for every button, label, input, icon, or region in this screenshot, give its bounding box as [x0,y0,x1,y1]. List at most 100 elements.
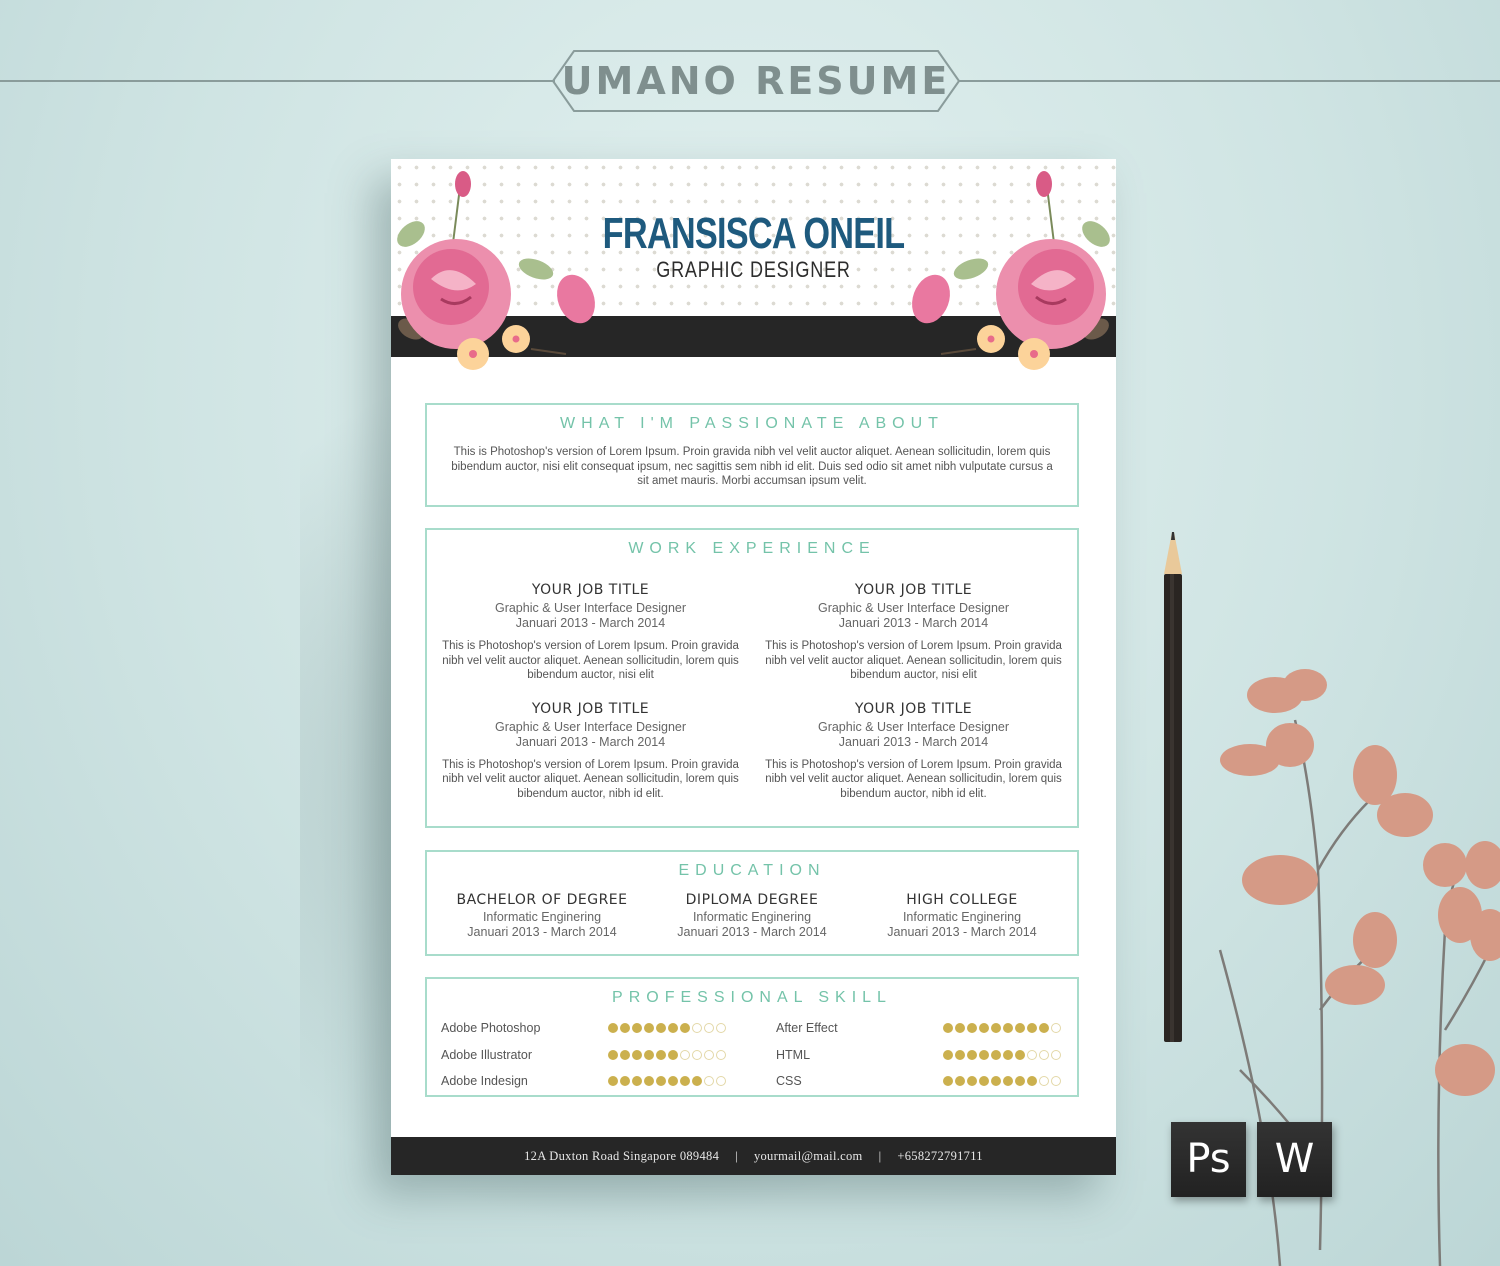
job-list: YOUR JOB TITLE Graphic & User Interface … [427,558,1077,801]
rating-dot-filled [955,1049,965,1060]
education-section: EDUCATION BACHELOR OF DEGREE Informatic … [425,850,1079,956]
rating-dot-filled [967,1023,977,1034]
skill-rating [608,1076,726,1087]
job-position: Graphic & User Interface Designer [817,601,1010,615]
candidate-name: FRANSISCA ONEIL [602,209,905,258]
rating-dot-filled [644,1049,654,1060]
rating-dot-empty [1051,1049,1061,1060]
rating-dot-filled [1003,1023,1013,1034]
rating-dot-filled [943,1049,953,1060]
rating-dot-filled [943,1023,953,1034]
skill-name: Adobe Illustrator [441,1047,533,1062]
rating-dot-filled [656,1076,666,1087]
degree-dates: Januari 2013 - March 2014 [887,925,1037,939]
rating-dot-filled [943,1076,953,1087]
rating-dot-empty [1051,1023,1061,1034]
job-item: YOUR JOB TITLE Graphic & User Interface … [762,582,1065,683]
word-icon: W [1257,1122,1332,1197]
skill-rating [608,1049,726,1060]
rating-dot-filled [632,1023,642,1034]
skill-row: CSS [776,1068,1061,1095]
job-description: This is Photoshop's version of Lorem Ips… [442,758,739,800]
footer-separator: | [735,1149,738,1163]
rating-dot-filled [979,1049,989,1060]
rating-dot-filled [1015,1023,1025,1034]
passion-text: This is Photoshop's version of Lorem Ips… [451,446,1053,487]
rating-dot-filled [692,1076,702,1087]
job-position: Graphic & User Interface Designer [494,601,687,615]
job-description: This is Photoshop's version of Lorem Ips… [442,640,739,681]
education-item: DIPLOMA DEGREE Informatic Enginering Jan… [647,892,857,940]
rating-dot-filled [967,1049,977,1060]
job-position: Graphic & User Interface Designer [494,719,687,734]
rating-dot-filled [608,1023,618,1034]
skills-section: PROFESSIONAL SKILL Adobe Photoshop After … [425,977,1079,1097]
rating-dot-empty [704,1049,714,1060]
skill-row: Adobe Photoshop [441,1015,726,1042]
pencil-icon [1164,532,1182,1042]
footer-separator: | [878,1149,882,1163]
rating-dot-filled [632,1076,642,1087]
rating-dot-empty [704,1023,714,1034]
rating-dot-empty [692,1023,702,1034]
title-banner: UMANO RESUME [552,50,960,112]
job-title: YOUR JOB TITLE [854,700,973,717]
rating-dot-filled [1027,1023,1037,1034]
skill-name: Adobe Indesign [441,1074,528,1089]
degree-dates: Januari 2013 - March 2014 [467,925,617,939]
footer-address: 12A Duxton Road Singapore 089484 [524,1149,720,1163]
photoshop-icon: Ps [1171,1122,1246,1197]
rating-dot-filled [608,1076,618,1087]
rating-dot-filled [668,1049,678,1060]
skill-row: HTML [776,1042,1061,1069]
banner-title: UMANO RESUME [561,59,951,103]
rating-dot-empty [1027,1049,1037,1060]
job-dates: Januari 2013 - March 2014 [515,734,666,749]
skill-rating [943,1049,1061,1060]
rating-dot-filled [979,1023,989,1034]
job-position: Graphic & User Interface Designer [817,719,1010,734]
rating-dot-empty [716,1023,726,1034]
degree-field: Informatic Enginering [902,910,1022,924]
rating-dot-filled [620,1049,630,1060]
job-title: YOUR JOB TITLE [854,582,973,598]
degree-title: DIPLOMA DEGREE [685,892,819,908]
rating-dot-empty [704,1076,714,1087]
skill-row: After Effect [776,1015,1061,1042]
skill-name: CSS [776,1074,802,1089]
rating-dot-filled [955,1023,965,1034]
job-item: YOUR JOB TITLE Graphic & User Interface … [439,582,742,683]
skill-row: Adobe Indesign [441,1068,726,1095]
rating-dot-empty [1039,1076,1049,1087]
job-item: YOUR JOB TITLE Graphic & User Interface … [762,701,1065,802]
rating-dot-empty [1051,1076,1061,1087]
footer-email: yourmail@mail.com [753,1149,863,1163]
rating-dot-filled [1039,1023,1049,1034]
rating-dot-empty [1039,1049,1049,1060]
rating-dot-filled [991,1023,1001,1034]
degree-field: Informatic Enginering [692,910,812,924]
rating-dot-filled [1003,1049,1013,1060]
rating-dot-filled [1015,1076,1025,1087]
rating-dot-filled [644,1076,654,1087]
rating-dot-filled [1015,1049,1025,1060]
rating-dot-filled [991,1076,1001,1087]
rating-dot-filled [991,1049,1001,1060]
rating-dot-filled [668,1076,678,1087]
degree-field: Informatic Enginering [482,910,602,924]
rating-dot-filled [620,1023,630,1034]
job-dates: Januari 2013 - March 2014 [838,616,989,630]
rating-dot-filled [967,1076,977,1087]
degree-title: BACHELOR OF DEGREE [456,892,628,908]
skill-list: Adobe Photoshop After Effect Adobe Illustr… [427,1007,1077,1095]
skill-name: After Effect [776,1021,838,1036]
rating-dot-filled [644,1023,654,1034]
skill-name: HTML [776,1047,811,1062]
work-experience-section: WORK EXPERIENCE YOUR JOB TITLE Graphic &… [425,528,1079,828]
job-dates: Januari 2013 - March 2014 [838,734,989,749]
degree-dates: Januari 2013 - March 2014 [677,925,827,939]
skill-row: Adobe Illustrator [441,1042,726,1069]
candidate-role: GRAPHIC DESIGNER [656,257,851,282]
section-title: WORK EXPERIENCE [628,540,876,557]
rating-dot-empty [692,1049,702,1060]
